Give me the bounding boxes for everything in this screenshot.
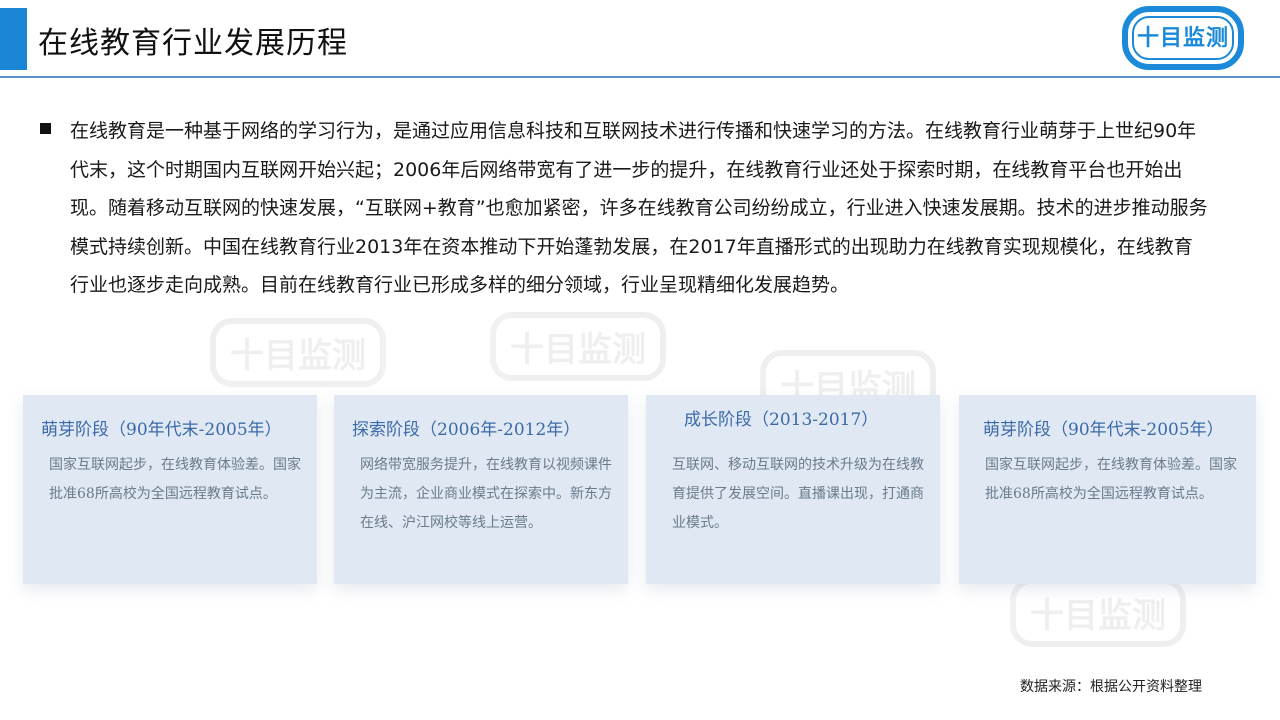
stage-card-2: 探索阶段（2006年-2012年） 网络带宽服务提升，在线教育以视频课件为主流，… — [334, 395, 628, 584]
stage-title: 成长阶段（2013-2017） — [684, 410, 879, 430]
data-source-note: 数据来源：根据公开资料整理 — [1020, 679, 1202, 695]
page-title: 在线教育行业发展历程 — [38, 26, 348, 61]
logo-text: 十目监测 — [1136, 26, 1229, 51]
bullet-icon — [40, 123, 51, 134]
stage-title: 萌芽阶段（90年代末-2005年） — [41, 420, 282, 440]
watermark-logo: 十目监测 — [1010, 578, 1186, 647]
brand-logo: 十目监测 — [1122, 6, 1244, 70]
title-accent-bar — [0, 8, 27, 70]
watermark-logo: 十目监测 — [210, 318, 386, 387]
stage-title: 萌芽阶段（90年代末-2005年） — [983, 420, 1224, 440]
stage-card-1: 萌芽阶段（90年代末-2005年） 国家互联网起步，在线教育体验差。国家批准68… — [23, 395, 317, 584]
watermark-logo: 十目监测 — [490, 312, 666, 381]
stage-description: 互联网、移动互联网的技术升级为在线教育提供了发展空间。直播课出现，打通商业模式。 — [672, 457, 924, 531]
stage-description: 国家互联网起步，在线教育体验差。国家批准68所高校为全国远程教育试点。 — [985, 457, 1237, 502]
stage-card-4: 萌芽阶段（90年代末-2005年） 国家互联网起步，在线教育体验差。国家批准68… — [959, 395, 1256, 584]
intro-paragraph: 在线教育是一种基于网络的学习行为，是通过应用信息科技和互联网技术进行传播和快速学… — [70, 120, 1208, 296]
stage-card-3: 成长阶段（2013-2017） 互联网、移动互联网的技术升级为在线教育提供了发展… — [646, 395, 940, 584]
stage-description: 国家互联网起步，在线教育体验差。国家批准68所高校为全国远程教育试点。 — [49, 457, 301, 502]
stage-title: 探索阶段（2006年-2012年） — [352, 420, 581, 440]
stage-description: 网络带宽服务提升，在线教育以视频课件为主流，企业商业模式在探索中。新东方在线、沪… — [360, 457, 612, 531]
header-divider — [0, 76, 1280, 78]
